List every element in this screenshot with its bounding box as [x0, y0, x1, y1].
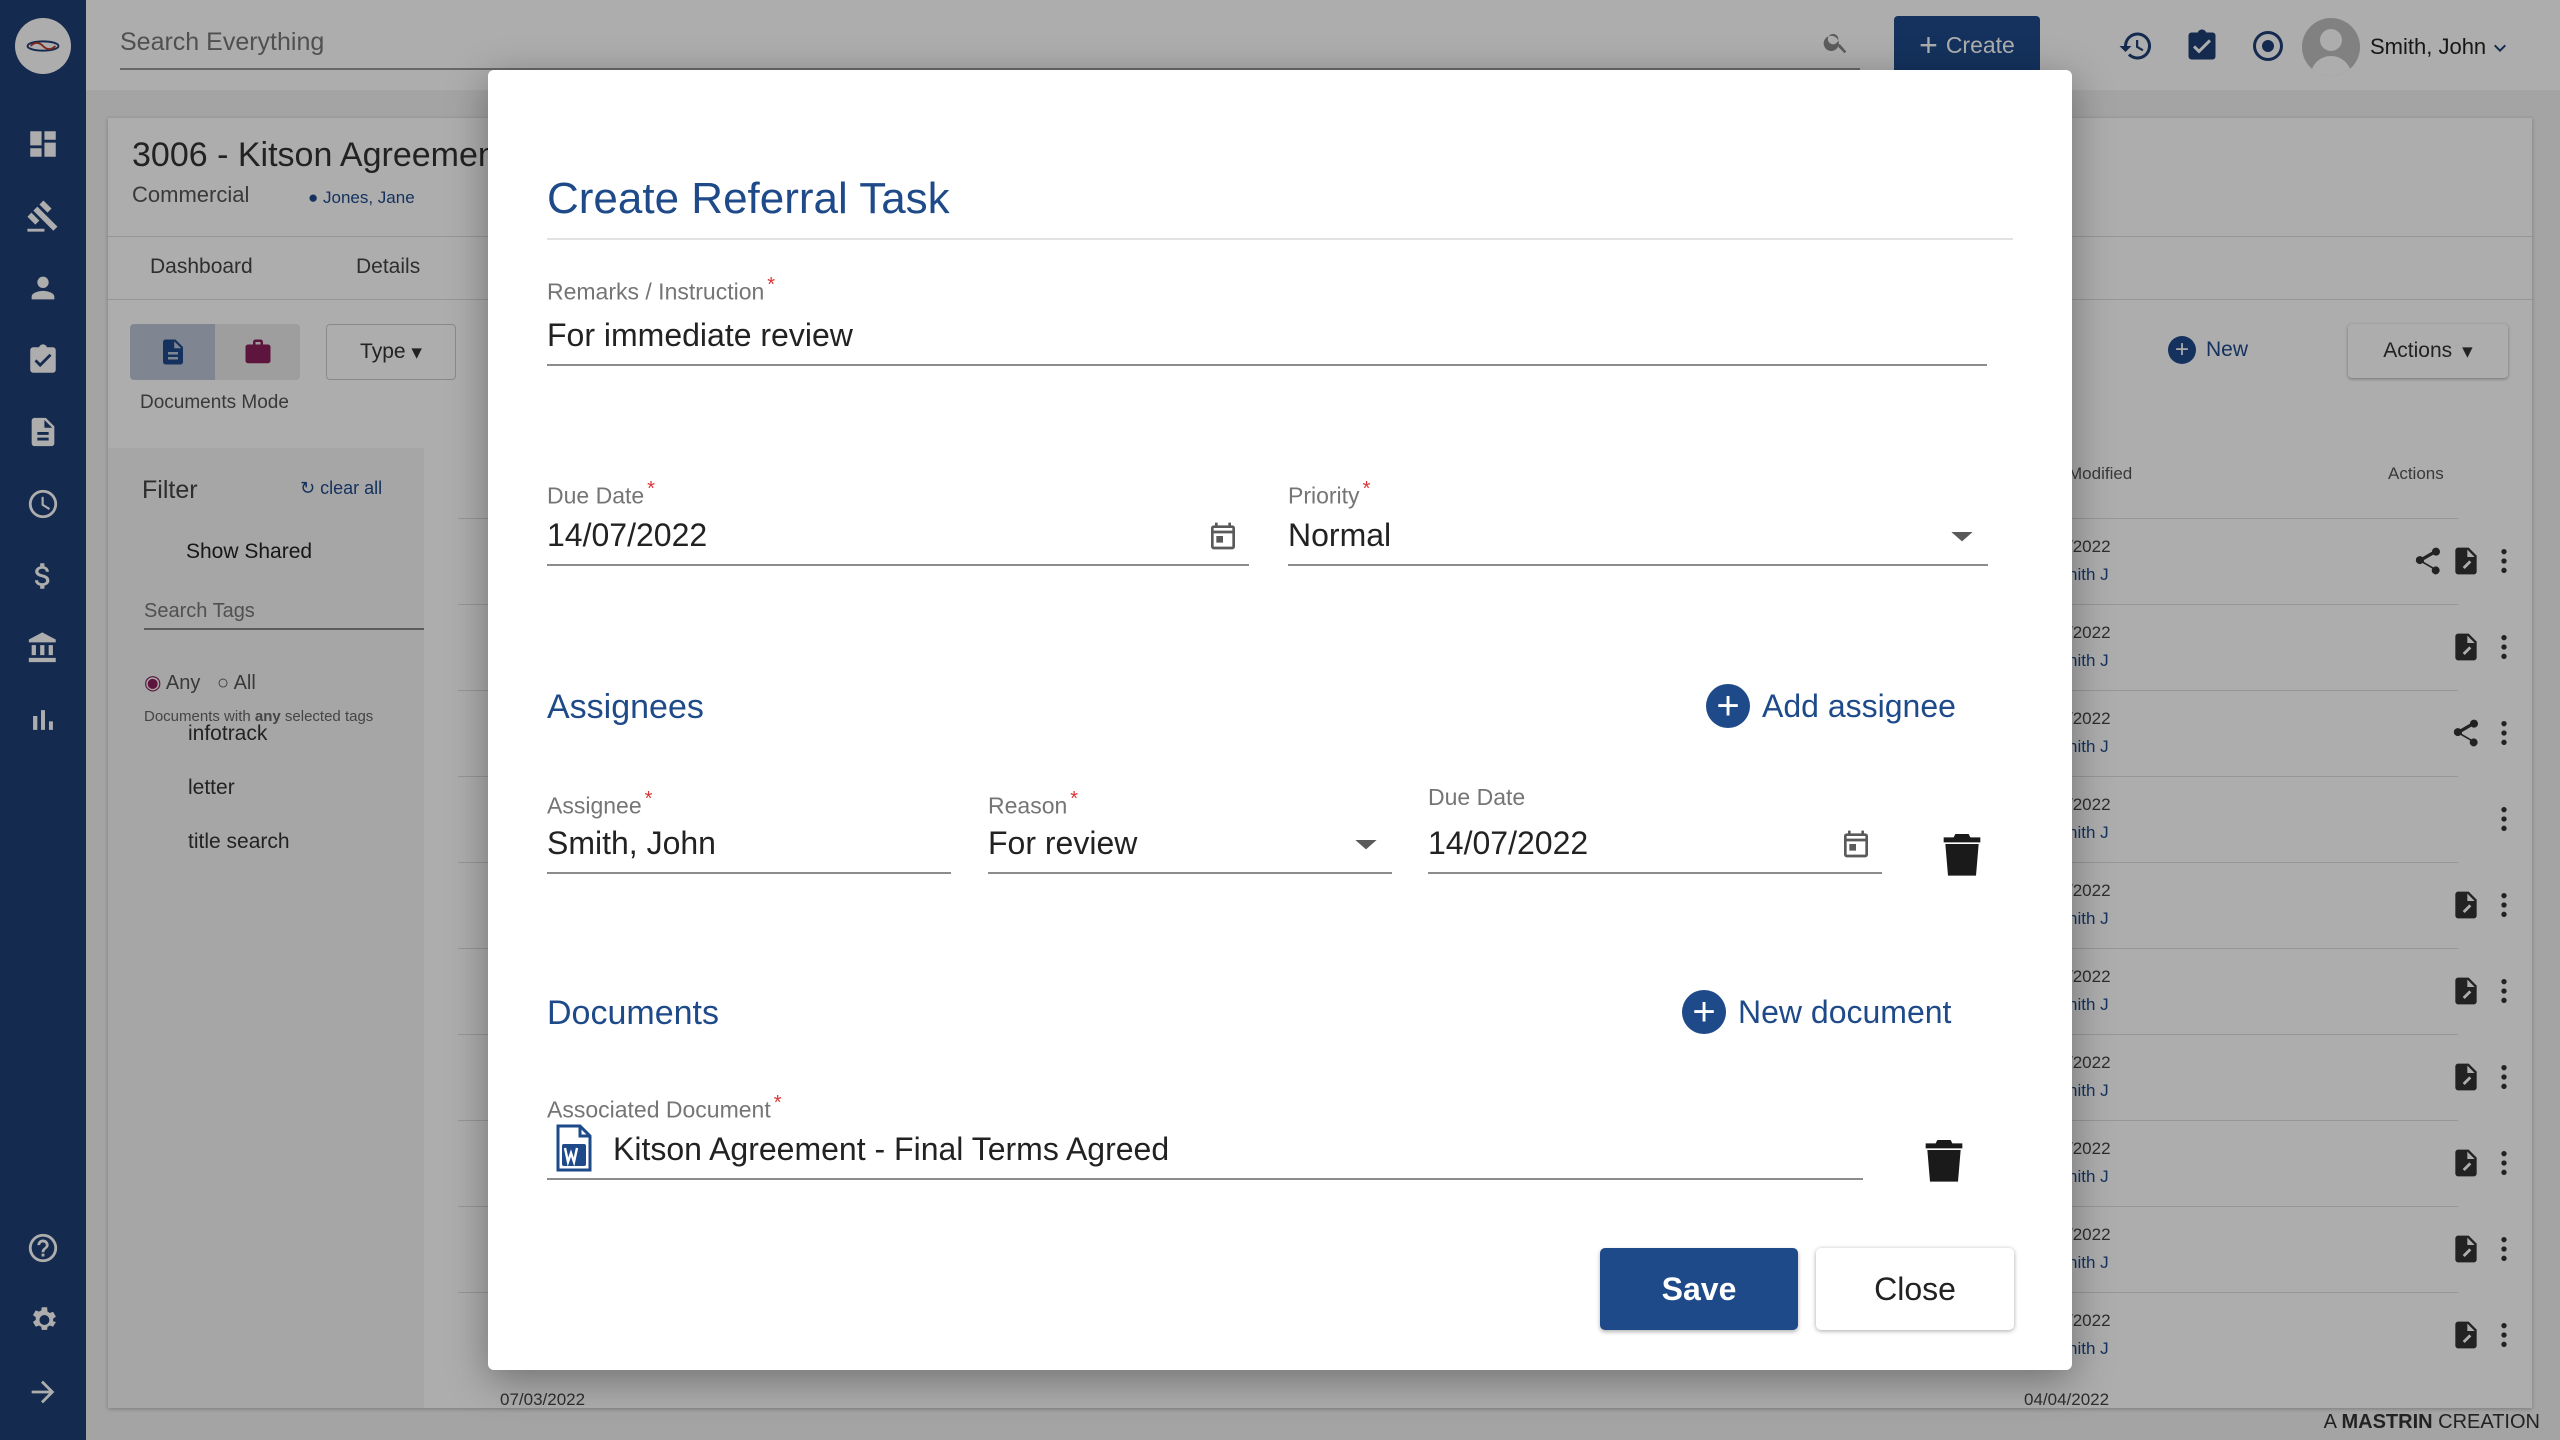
priority-label-text: Priority: [1288, 482, 1360, 509]
required-mark: *: [1362, 478, 1371, 500]
priority-label: Priority *: [1288, 478, 1370, 510]
calendar-icon[interactable]: [1207, 520, 1239, 552]
assignee-label: Assignee *: [547, 788, 652, 820]
due-date-label: Due Date *: [547, 478, 655, 510]
assignee-value: Smith, John: [547, 825, 716, 861]
dropdown-arrow-icon[interactable]: [1350, 828, 1382, 860]
due-date-field[interactable]: Due Date * 14/07/2022: [547, 478, 1249, 566]
assignee-due-date-value: 14/07/2022: [1428, 825, 1589, 861]
plus-circle-icon: +: [1706, 684, 1750, 728]
reason-label-text: Reason: [988, 792, 1068, 819]
reason-select[interactable]: Reason * For review: [988, 788, 1392, 874]
documents-heading: Documents: [547, 994, 719, 1032]
priority-value: Normal: [1288, 517, 1392, 553]
remarks-value: For immediate review: [547, 317, 853, 353]
remarks-label-text: Remarks / Instruction: [547, 278, 765, 305]
required-mark: *: [767, 274, 776, 296]
close-button[interactable]: Close: [1816, 1248, 2014, 1330]
assignees-heading: Assignees: [547, 688, 704, 726]
assignee-field[interactable]: Assignee * Smith, John: [547, 788, 951, 874]
title-divider: [547, 238, 2013, 240]
word-document-icon: [554, 1124, 594, 1172]
assignee-label-text: Assignee: [547, 792, 642, 819]
due-date-label-text: Due Date: [547, 482, 645, 509]
dialog-title: Create Referral Task: [547, 174, 950, 223]
required-mark: *: [773, 1092, 782, 1114]
add-assignee-label: Add assignee: [1762, 687, 1956, 724]
dropdown-arrow-icon[interactable]: [1946, 520, 1978, 552]
remarks-label: Remarks / Instruction *: [547, 274, 775, 306]
new-document-label: New document: [1738, 993, 1952, 1030]
reason-label: Reason *: [988, 788, 1078, 820]
associated-document-value: Kitson Agreement - Final Terms Agreed: [613, 1131, 1170, 1167]
priority-select[interactable]: Priority * Normal: [1288, 478, 1988, 566]
add-assignee-button[interactable]: + Add assignee: [1706, 684, 1956, 728]
save-button[interactable]: Save: [1600, 1248, 1798, 1330]
calendar-icon[interactable]: [1840, 828, 1872, 860]
required-mark: *: [644, 788, 653, 810]
associated-document-field[interactable]: Associated Document * Kitson Agreement - …: [547, 1092, 1863, 1180]
associated-document-label-text: Associated Document: [547, 1096, 771, 1123]
remarks-field[interactable]: Remarks / Instruction * For immediate rev…: [547, 274, 1987, 366]
assignee-due-date-field[interactable]: Due Date 14/07/2022: [1428, 784, 1882, 874]
create-referral-task-dialog: Create Referral Task Remarks / Instructi…: [488, 70, 2072, 1370]
associated-document-label: Associated Document *: [547, 1092, 782, 1124]
delete-document-trash-icon[interactable]: [1924, 1136, 1964, 1184]
assignee-due-date-label: Due Date: [1428, 784, 1526, 810]
delete-assignee-trash-icon[interactable]: [1942, 830, 1982, 878]
due-date-value: 14/07/2022: [547, 517, 708, 553]
required-mark: *: [647, 478, 655, 500]
plus-circle-icon: +: [1682, 990, 1726, 1034]
new-document-link[interactable]: + New document: [1682, 990, 1951, 1034]
required-mark: *: [1070, 788, 1079, 810]
reason-value: For review: [988, 825, 1138, 861]
